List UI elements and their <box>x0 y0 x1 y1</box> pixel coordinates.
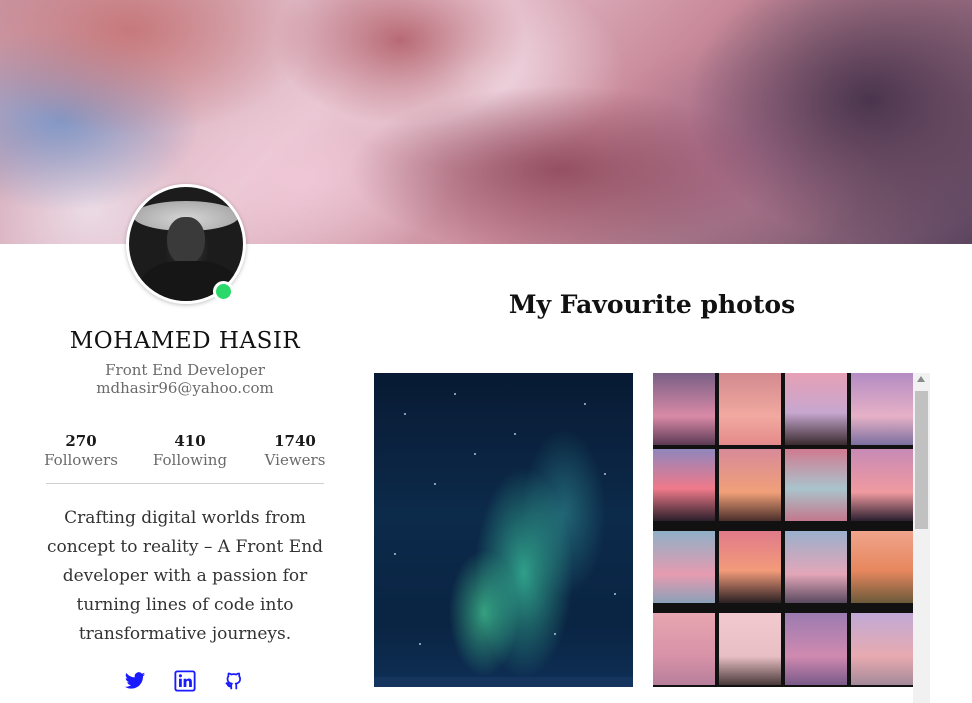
avatar-head <box>167 217 205 265</box>
stat-viewers: 1740 Viewers <box>256 432 334 469</box>
stat-following: 410 Following <box>151 432 229 469</box>
scroll-thumb[interactable] <box>915 391 928 529</box>
scroll-up-arrow[interactable] <box>917 376 925 382</box>
gallery-title: My Favourite photos <box>508 290 796 319</box>
photo-aurora[interactable] <box>374 373 633 687</box>
github-icon <box>225 672 242 690</box>
twitter-link[interactable] <box>124 670 146 692</box>
social-links <box>124 670 248 694</box>
stat-value: 270 <box>65 432 97 450</box>
twitter-icon <box>124 672 146 689</box>
stat-value: 1740 <box>274 432 316 450</box>
online-status-indicator <box>213 281 234 302</box>
profile-name: MOHAMED HASIR <box>69 328 301 354</box>
photo-sunset-collage[interactable] <box>653 373 913 687</box>
profile-bio: Crafting digital worlds from concept to … <box>46 508 324 644</box>
stat-followers: 270 Followers <box>42 432 120 469</box>
linkedin-link[interactable] <box>174 670 196 692</box>
profile-stats: 270 Followers 410 Following 1740 Viewers <box>44 432 325 472</box>
stat-label: Followers <box>44 451 118 469</box>
stat-label: Following <box>152 451 228 469</box>
linkedin-icon <box>174 670 196 692</box>
gallery-scrollbar[interactable] <box>913 373 930 703</box>
profile-role: Front End Developer <box>105 361 265 379</box>
profile-email: mdhasir96@yahoo.com <box>96 379 274 397</box>
stat-label: Viewers <box>264 451 326 469</box>
github-link[interactable] <box>223 670 245 692</box>
stat-value: 410 <box>174 432 206 450</box>
divider <box>46 483 324 484</box>
aurora-ground <box>374 677 633 687</box>
